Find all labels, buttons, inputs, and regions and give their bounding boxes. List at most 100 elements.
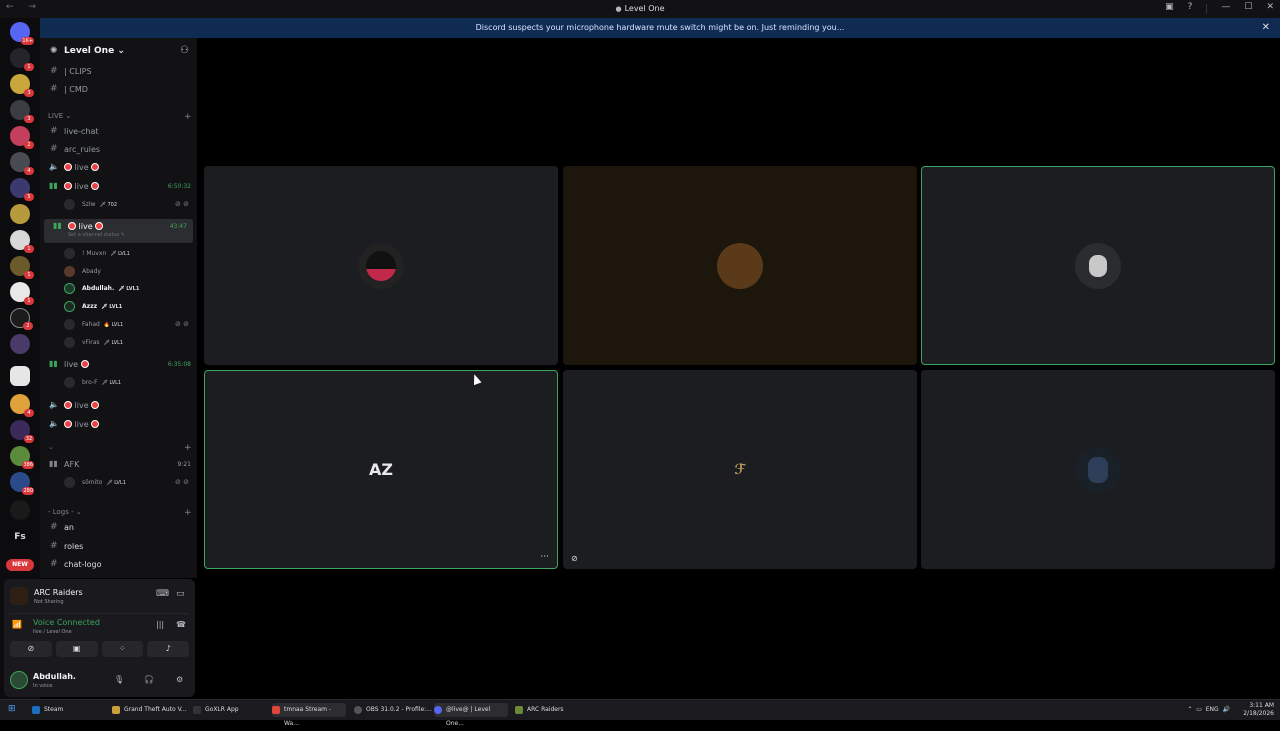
clock[interactable]: 3:11 AM 2/18/2026	[1243, 702, 1274, 718]
server-icon[interactable]: 1	[10, 256, 34, 279]
discord-home-icon[interactable]: 1K+	[10, 22, 34, 45]
server-icon[interactable]: 1	[10, 48, 34, 71]
controller-icon[interactable]: ⌨	[156, 589, 169, 599]
voice-channel-live[interactable]: 🔈 live	[40, 417, 197, 433]
windows-start-icon[interactable]: ⊞	[8, 704, 16, 714]
channel-cmd[interactable]: # | CMD	[40, 82, 197, 98]
taskbar-arc-raiders[interactable]: ARC Raiders	[515, 703, 564, 717]
more-options-icon[interactable]: ···	[540, 552, 549, 562]
server-icon[interactable]: 5	[10, 178, 34, 201]
participant-tile[interactable]: ℱ ⊘	[563, 370, 917, 569]
participant-tile[interactable]	[921, 370, 1275, 569]
server-icon[interactable]: 386	[10, 446, 34, 469]
server-icon[interactable]: 1	[10, 230, 34, 253]
voice-member[interactable]: Abdullah. 🗡 LVL1	[40, 281, 197, 297]
voice-member[interactable]: sōmito 🗡 LVL1 ⊘ ⊘	[40, 475, 197, 491]
minimize-button[interactable]: —	[1221, 2, 1230, 14]
voice-member[interactable]: Abady	[40, 264, 197, 280]
server-icon[interactable]	[10, 334, 30, 354]
voice-channel-live[interactable]: ▮▮ live 6:35:08	[40, 357, 197, 373]
taskbar-browser[interactable]: tmnaa Stream - Wa...	[272, 703, 346, 727]
server-icon[interactable]	[10, 204, 30, 224]
user-name[interactable]: Abdullah.	[33, 672, 76, 681]
voice-channel-name[interactable]: live / Level One	[33, 629, 72, 635]
inbox-icon[interactable]: ▣	[1165, 2, 1174, 14]
voice-channel-live[interactable]: ▮▮ live 6:50:32	[40, 179, 197, 195]
headphones-icon[interactable]: 🎧	[144, 675, 154, 684]
voice-channel-live-selected[interactable]: ▮▮ live 43:47 Set a channel status ✎	[44, 219, 193, 243]
screen-share-button[interactable]: ▣	[55, 641, 98, 657]
help-icon[interactable]: ?	[1188, 2, 1193, 14]
category-logs[interactable]: - Logs - ⌄ +	[48, 508, 192, 518]
set-status-link[interactable]: Set a channel status ✎	[68, 232, 125, 238]
member-name: Azzz 🗡 LVL1	[82, 303, 122, 310]
server-fs-label[interactable]: Fs	[10, 532, 30, 542]
invite-icon[interactable]: ⚇	[180, 45, 189, 56]
taskbar-obs[interactable]: OBS 31.0.2 - Profile:...	[354, 703, 432, 717]
unread-badge: 5	[24, 193, 34, 201]
language-indicator[interactable]: ENG	[1206, 706, 1219, 713]
voice-member[interactable]: bro-F 🗡 LVL1	[40, 375, 197, 391]
server-icon[interactable]: 1	[10, 282, 34, 305]
settings-gear-icon[interactable]: ⚙	[176, 675, 183, 684]
participant-tile[interactable]	[563, 166, 917, 365]
game-icon	[10, 587, 28, 605]
participant-tile[interactable]	[204, 166, 558, 365]
participant-tile-speaking[interactable]	[921, 166, 1275, 365]
voice-member[interactable]: Azzz 🗡 LVL1	[40, 299, 197, 315]
disconnect-icon[interactable]: ☎	[176, 620, 186, 629]
add-channel-icon[interactable]: +	[184, 508, 192, 518]
taskbar-discord[interactable]: @live@ | Level One...	[434, 703, 508, 727]
server-icon[interactable]: 280	[10, 472, 34, 495]
share-screen-icon[interactable]: ▭	[176, 589, 185, 599]
taskbar-gta[interactable]: Grand Theft Auto V...	[112, 703, 187, 717]
voice-member[interactable]: vFiras 🗡 LVL1	[40, 335, 197, 351]
voice-status-title[interactable]: Voice Connected	[33, 618, 100, 627]
channel-an[interactable]: # an	[40, 520, 197, 536]
noise-suppression-icon[interactable]: |||	[156, 620, 164, 629]
server-icon[interactable]: 3	[10, 100, 34, 123]
activities-button[interactable]: ⁘	[101, 641, 144, 657]
server-icon[interactable]	[10, 500, 30, 520]
system-tray[interactable]: ⌃ ▭ ENG 🔊	[1187, 706, 1230, 713]
soundboard-button[interactable]: ♪	[147, 641, 189, 657]
category-collapsed[interactable]: ⌄ +	[48, 443, 192, 453]
divider	[1206, 4, 1208, 14]
member-name-text: Azzz	[82, 303, 98, 310]
voice-channel-live[interactable]: 🔈 live	[40, 398, 197, 414]
server-icon[interactable]: 2	[10, 308, 33, 330]
server-icon[interactable]: 3	[10, 74, 34, 97]
category-live[interactable]: LIVE ⌄ +	[48, 112, 192, 122]
microphone-icon[interactable]: 🎙	[114, 675, 124, 684]
add-channel-icon[interactable]: +	[184, 443, 192, 453]
camera-button[interactable]: ⊘	[10, 641, 52, 657]
server-icon[interactable]: 32	[10, 420, 34, 443]
participant-tile-speaking[interactable]: AZ ···	[204, 370, 558, 569]
server-icon[interactable]: 2	[10, 126, 34, 149]
channel-live-chat[interactable]: # live-chat	[40, 124, 197, 140]
channel-chat-logo[interactable]: # chat-logo	[40, 557, 197, 573]
channel-roles[interactable]: # roles	[40, 539, 197, 555]
member-name: sōmito 🗡 LVL1	[82, 479, 126, 486]
voice-channel-afk[interactable]: ▮▮ AFK 9:21	[40, 457, 197, 473]
server-icon[interactable]: 4	[10, 152, 34, 175]
avatar[interactable]	[10, 671, 28, 689]
maximize-button[interactable]: ☐	[1244, 2, 1252, 14]
member-name-text: Abdullah.	[82, 285, 115, 292]
add-channel-icon[interactable]: +	[184, 112, 192, 122]
voice-member[interactable]: Szlw 🗡 702 ⊘ ⊘	[40, 197, 197, 213]
taskbar-steam[interactable]: Steam	[32, 703, 63, 717]
server-icon[interactable]	[10, 366, 30, 386]
voice-member[interactable]: ! Muvxn 🗡 LVL1	[40, 246, 197, 262]
taskbar-goxlr[interactable]: GoXLR App	[193, 703, 239, 717]
voice-member[interactable]: Fahad 🔥 LVL1 ⊘ ⊘	[40, 317, 197, 333]
voice-channel-live[interactable]: 🔈 live	[40, 160, 197, 176]
member-name: Abady	[82, 268, 101, 275]
notice-close-icon[interactable]: ✕	[1262, 18, 1270, 38]
server-header[interactable]: ✺ Level One ⌄ ⚇	[40, 42, 197, 62]
channel-arc-rules[interactable]: # arc_rules	[40, 142, 197, 158]
close-button[interactable]: ✕	[1266, 2, 1274, 14]
hash-icon: #	[50, 541, 58, 551]
server-icon[interactable]: 4	[10, 394, 34, 417]
channel-clips[interactable]: # | CLIPS	[40, 64, 197, 80]
